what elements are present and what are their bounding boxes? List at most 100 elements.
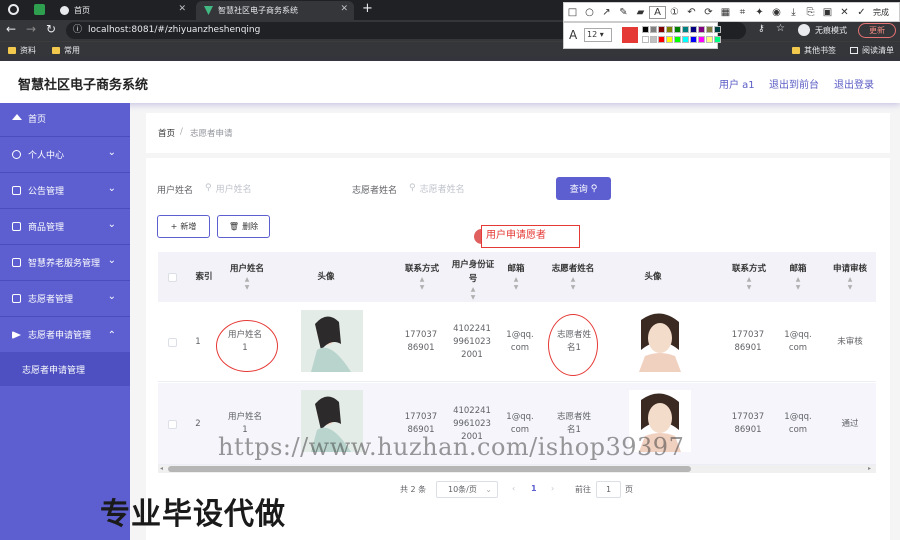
delete-button[interactable]: 🗑 删除 — [217, 215, 270, 238]
star-icon[interactable]: ☆ — [776, 23, 785, 34]
sort-icon[interactable]: ▲ ▼ — [245, 276, 250, 292]
mosaic-icon[interactable]: ▦ — [717, 7, 734, 18]
sort-icon[interactable]: ▲ ▼ — [796, 276, 801, 292]
close-tab-icon[interactable]: ✕ — [340, 4, 348, 14]
palette-swatch[interactable] — [642, 26, 649, 33]
query-button[interactable]: 查询 ⚲ — [556, 177, 611, 200]
palette-swatch[interactable] — [706, 35, 713, 43]
save-icon[interactable]: ▣ — [819, 7, 836, 18]
palette-swatch[interactable] — [674, 35, 681, 43]
tab-favicon[interactable] — [34, 4, 45, 15]
pen-tool-icon[interactable]: ✎ — [615, 7, 632, 18]
chrome-menu-icon[interactable] — [8, 4, 19, 15]
header-user-name[interactable]: 用户姓名 ▲ ▼ — [222, 252, 272, 302]
current-color-swatch[interactable] — [622, 27, 638, 43]
sort-icon[interactable]: ▲ ▼ — [747, 276, 752, 292]
bookmark-folder[interactable]: 资料 — [8, 45, 36, 56]
number-tool-icon[interactable]: ① — [666, 7, 683, 18]
palette-swatch[interactable] — [666, 35, 673, 43]
sidebar-item-elderly-service[interactable]: 智慧养老服务管理 ⌄ — [0, 245, 130, 281]
confirm-icon[interactable]: ✓ — [853, 7, 870, 18]
sidebar-item-personal[interactable]: 个人中心 ⌄ — [0, 137, 130, 173]
crop-icon[interactable]: ⌗ — [734, 7, 751, 18]
scroll-left-icon[interactable]: ◂ — [160, 465, 163, 472]
user-label[interactable]: 用户 a1 — [719, 76, 755, 91]
font-size-select[interactable]: 12 ▾ — [584, 28, 612, 42]
new-tab-button[interactable]: + — [362, 1, 373, 16]
sidebar-item-home[interactable]: 首页 — [0, 101, 130, 137]
back-icon[interactable]: ← — [6, 22, 16, 36]
breadcrumb-home[interactable]: 首页 — [158, 127, 175, 139]
header-status[interactable]: 申请审核 ▲ ▼ — [828, 252, 872, 302]
update-button[interactable]: 更新 — [858, 23, 896, 38]
palette-swatch[interactable] — [650, 26, 657, 33]
tab-active[interactable]: 智慧社区电子商务系统 ✕ — [196, 1, 354, 20]
header-email[interactable]: 邮箱 ▲ ▼ — [498, 252, 534, 302]
rectangle-tool-icon[interactable]: □ — [564, 7, 581, 18]
select-all-checkbox[interactable] — [167, 272, 177, 282]
incognito-icon[interactable] — [798, 24, 810, 36]
bookmark-folder[interactable]: 其他书签 — [792, 45, 836, 56]
header-volunteer-email[interactable]: 邮箱 ▲ ▼ — [776, 252, 820, 302]
palette-swatch[interactable] — [690, 26, 697, 33]
key-icon[interactable]: ⚷ — [758, 24, 765, 34]
sort-icon[interactable]: ▲ ▼ — [471, 286, 476, 302]
palette-swatch[interactable] — [682, 35, 689, 43]
sidebar-subitem-volunteer-apply-manage[interactable]: 志愿者申请管理 — [0, 352, 130, 386]
text-tool-icon[interactable]: A — [649, 5, 666, 19]
palette-swatch[interactable] — [706, 26, 713, 33]
header-select-all[interactable] — [164, 252, 180, 302]
back-to-front-link[interactable]: 退出到前台 — [769, 76, 819, 91]
prev-page-icon[interactable]: ‹ — [512, 484, 515, 493]
cancel-icon[interactable]: ✕ — [836, 7, 853, 18]
page-size-select[interactable]: 10条/页 ⌄ — [436, 481, 498, 498]
bookmark-folder[interactable]: 常用 — [52, 45, 80, 56]
sort-icon[interactable]: ▲ ▼ — [848, 276, 853, 292]
page-current[interactable]: 1 — [531, 484, 537, 493]
palette-swatch[interactable] — [642, 35, 649, 43]
palette-swatch[interactable] — [674, 26, 681, 33]
header-phone[interactable]: 联系方式 ▲ ▼ — [397, 252, 447, 302]
done-label[interactable]: 完成 — [870, 7, 892, 18]
copy-icon[interactable]: ⎘ — [802, 7, 819, 18]
volunteer-name-input[interactable]: ⚲ 志愿者姓名 — [409, 177, 519, 199]
annotation-textbox[interactable]: 用户申请愿者 — [481, 225, 580, 248]
sort-icon[interactable]: ▲ ▼ — [571, 276, 576, 292]
reading-list[interactable]: 阅读清单 — [850, 45, 894, 56]
logout-link[interactable]: 退出登录 — [834, 76, 874, 91]
goto-page-input[interactable]: 1 — [596, 481, 621, 498]
scroll-right-icon[interactable]: ▸ — [868, 465, 871, 472]
palette-swatch[interactable] — [650, 35, 657, 43]
row-checkbox[interactable] — [164, 302, 180, 382]
user-name-input[interactable]: ⚲ 用户姓名 — [205, 177, 315, 199]
palette-swatch[interactable] — [666, 26, 673, 33]
palette-swatch[interactable] — [714, 35, 721, 43]
undo-icon[interactable]: ↶ — [683, 7, 700, 18]
sort-icon[interactable]: ▲ ▼ — [514, 276, 519, 292]
palette-swatch[interactable] — [698, 26, 705, 33]
palette-swatch[interactable] — [698, 35, 705, 43]
close-tab-icon[interactable]: ✕ — [178, 4, 186, 14]
palette-swatch[interactable] — [714, 26, 721, 33]
next-page-icon[interactable]: › — [551, 484, 554, 493]
header-id-card[interactable]: 用户身份证号 ▲ ▼ — [450, 252, 496, 302]
header-volunteer-name[interactable]: 志愿者姓名 ▲ ▼ — [548, 252, 598, 302]
tab-home[interactable]: 首页 ✕ — [52, 1, 192, 20]
palette-swatch[interactable] — [658, 35, 665, 43]
header-volunteer-phone[interactable]: 联系方式 ▲ ▼ — [724, 252, 774, 302]
palette-swatch[interactable] — [682, 26, 689, 33]
sidebar-item-notice[interactable]: 公告管理 ⌄ — [0, 173, 130, 209]
sidebar-item-volunteer[interactable]: 志愿者管理 ⌄ — [0, 281, 130, 317]
record-icon[interactable]: ◉ — [768, 7, 785, 18]
marker-tool-icon[interactable]: ▰ — [632, 7, 649, 18]
download-icon[interactable]: ⤓ — [785, 7, 802, 18]
reload-icon[interactable]: ↻ — [46, 22, 56, 36]
forward-icon[interactable]: → — [26, 22, 36, 36]
rotate-icon[interactable]: ⟳ — [700, 7, 717, 18]
sidebar-item-goods[interactable]: 商品管理 ⌄ — [0, 209, 130, 245]
checkbox[interactable] — [167, 419, 177, 429]
ellipse-tool-icon[interactable]: ○ — [581, 7, 598, 18]
palette-swatch[interactable] — [690, 35, 697, 43]
sort-icon[interactable]: ▲ ▼ — [420, 276, 425, 292]
sidebar-item-volunteer-apply[interactable]: 志愿者申请管理 ⌃ — [0, 317, 130, 353]
